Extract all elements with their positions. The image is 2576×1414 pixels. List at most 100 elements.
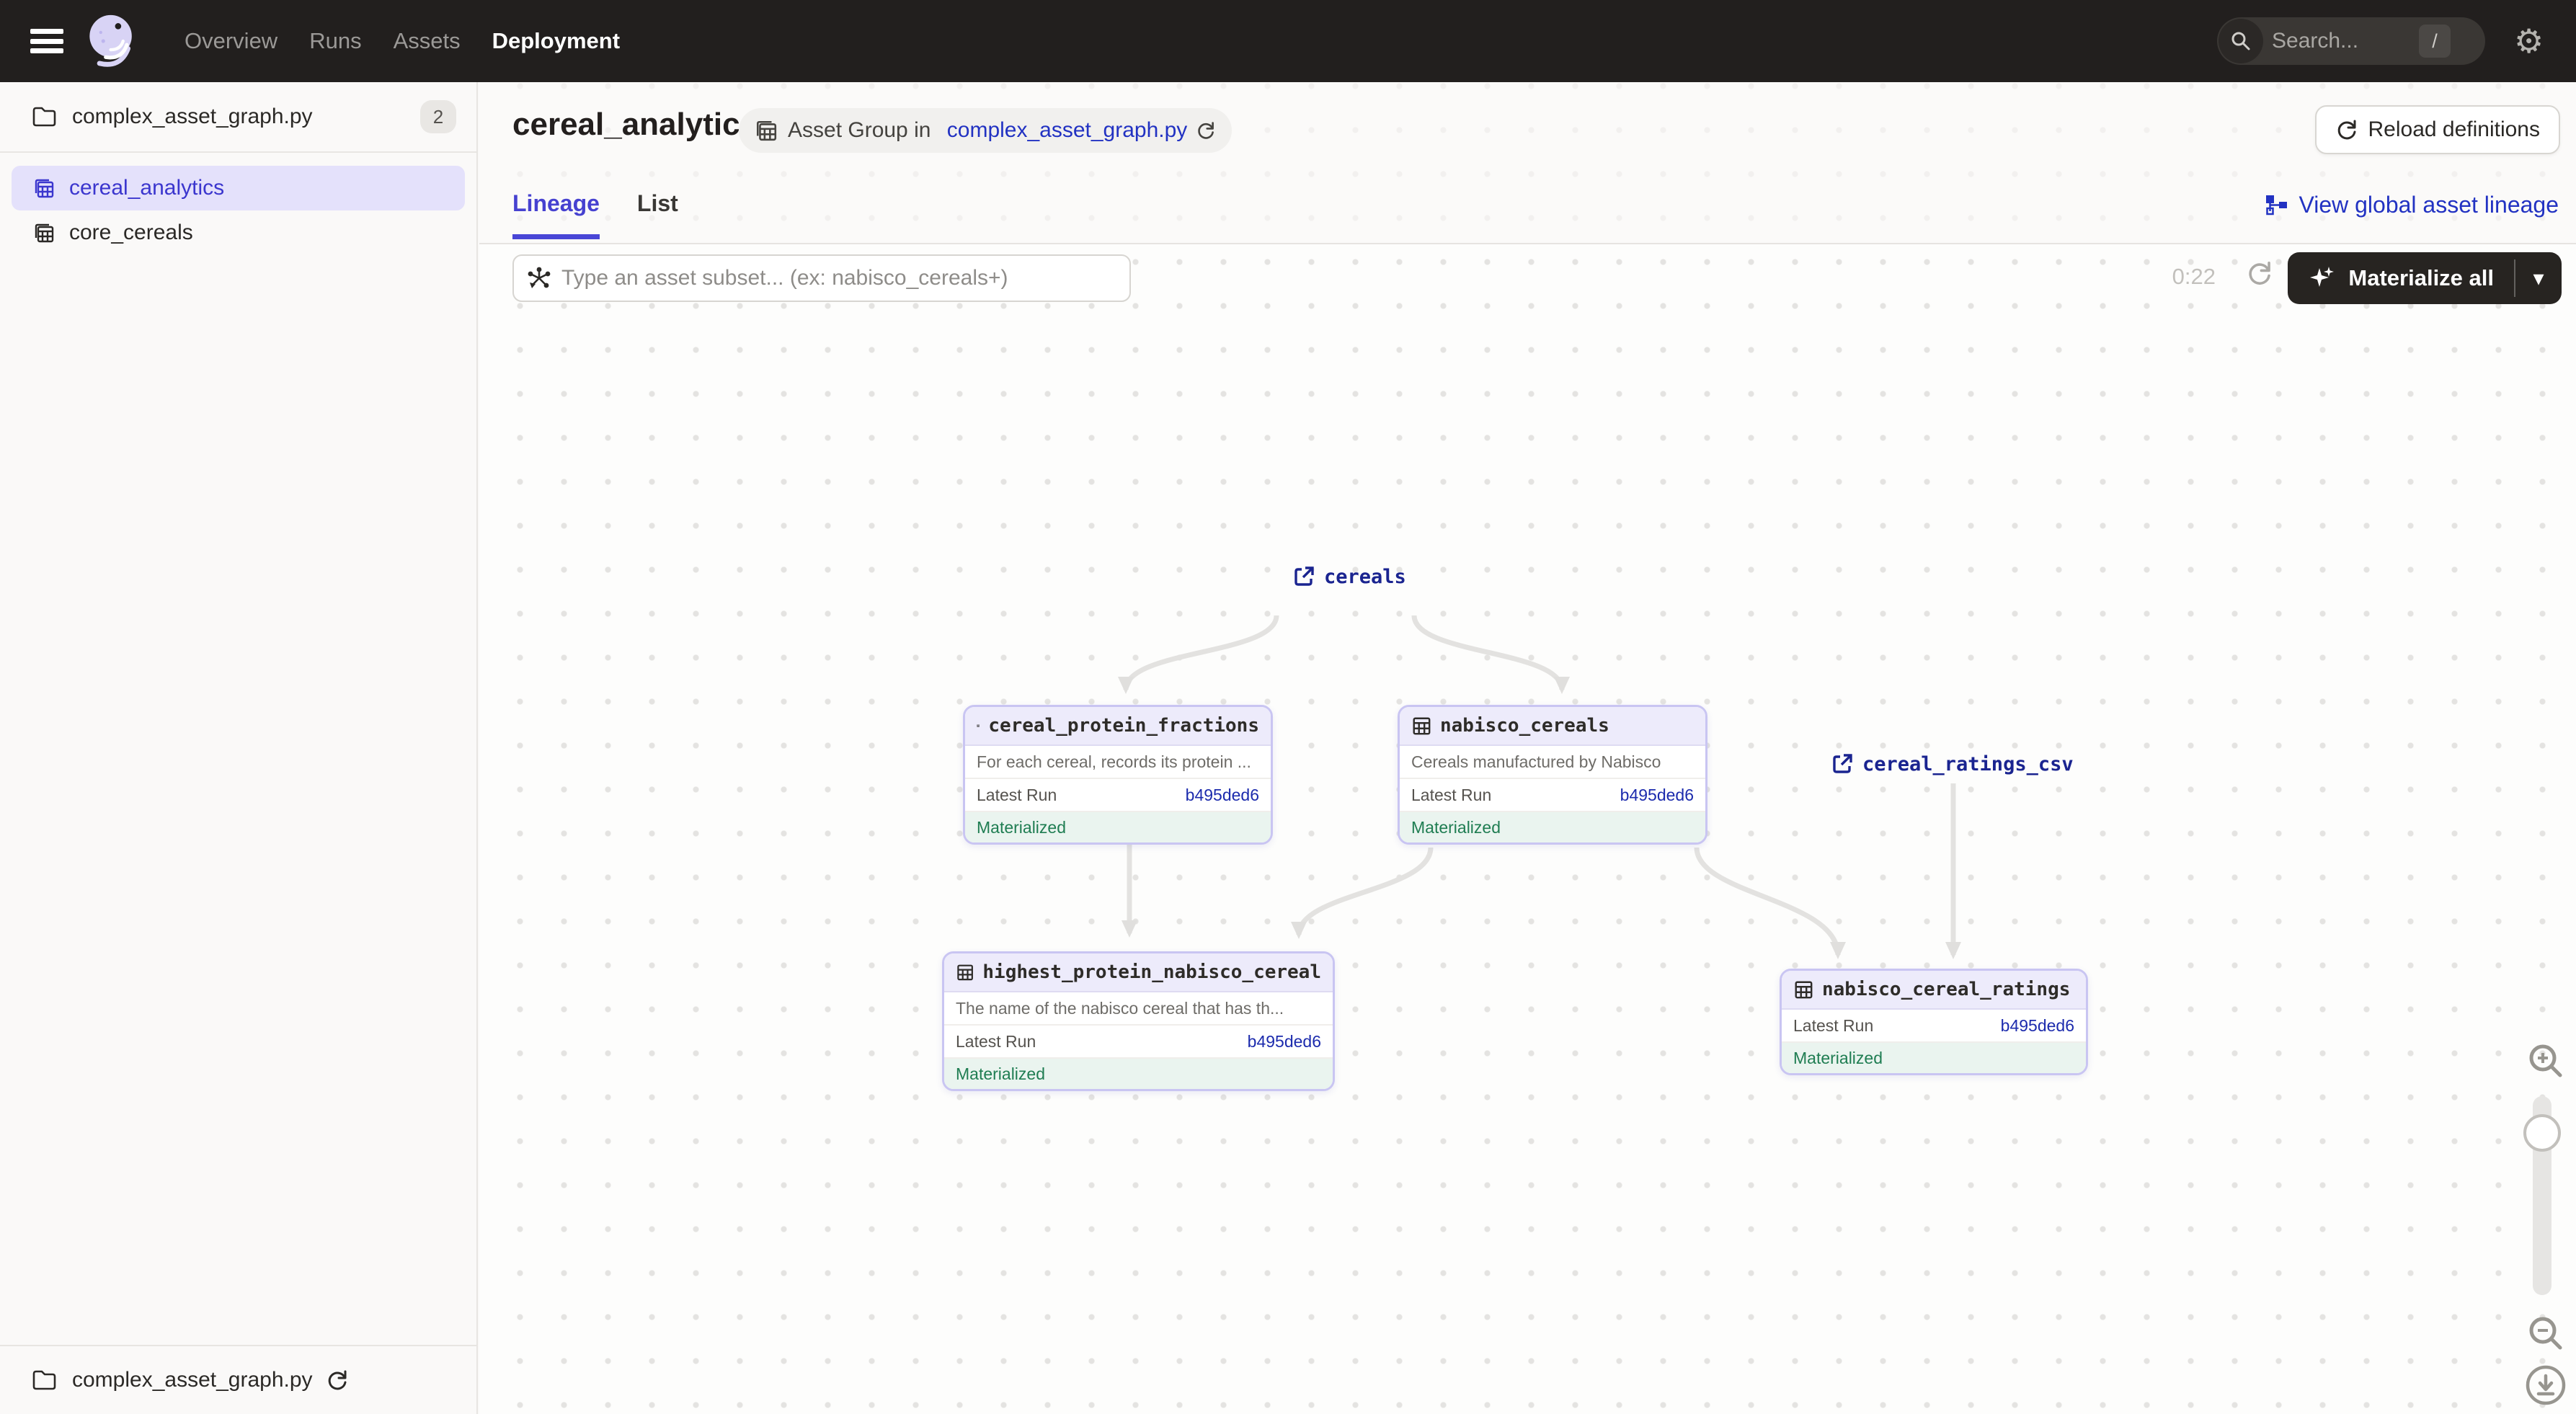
run-id-link[interactable]: b495ded6	[1248, 1032, 1321, 1051]
page-title: cereal_analytics	[512, 107, 758, 143]
sidebar-module-header[interactable]: complex_asset_graph.py 2	[0, 82, 476, 153]
sparkle-icon	[2308, 264, 2337, 293]
zoom-in-button[interactable]	[2526, 1041, 2566, 1081]
latest-run-row: Latest Run b495ded6	[944, 1026, 1333, 1059]
sidebar-module-count-badge: 2	[420, 100, 456, 133]
search-input[interactable]	[2272, 29, 2416, 53]
run-id-link[interactable]: b495ded6	[1186, 786, 1259, 805]
external-asset-cereals[interactable]: cereals	[1292, 565, 1406, 588]
reload-definitions-button[interactable]: Reload definitions	[2315, 105, 2561, 154]
search-shortcut-key: /	[2419, 25, 2451, 58]
edge-nabisco-cereals-to-nabisco-cereal-ratings	[1697, 848, 1838, 955]
status-badge: Materialized	[965, 812, 1271, 842]
settings-gear-icon[interactable]: ⚙	[2514, 22, 2544, 61]
menu-icon[interactable]	[30, 29, 63, 53]
run-id-link[interactable]: b495ded6	[1620, 786, 1694, 805]
view-tabs: Lineage List	[512, 190, 678, 239]
tab-lineage[interactable]: Lineage	[512, 190, 600, 239]
sidebar-module-label: complex_asset_graph.py	[72, 105, 420, 129]
latest-run-label: Latest Run	[956, 1032, 1036, 1051]
sidebar-footer: complex_asset_graph.py	[0, 1345, 476, 1414]
lineage-graph-icon	[2264, 193, 2288, 218]
sidebar-item-cereal-analytics[interactable]: cereal_analytics	[12, 166, 465, 210]
zoom-slider-handle[interactable]	[2523, 1114, 2561, 1152]
asset-node-cereal-protein-fractions[interactable]: cereal_protein_fractions For each cereal…	[963, 705, 1273, 845]
asset-subset-filter[interactable]	[512, 254, 1131, 302]
reload-icon	[2335, 118, 2358, 141]
refresh-graph-icon[interactable]	[2246, 259, 2273, 287]
tab-list[interactable]: List	[637, 190, 678, 239]
latest-run-row: Latest Run b495ded6	[1400, 779, 1705, 812]
asset-group-prefix: Asset Group in	[788, 118, 937, 143]
materialize-all-split-button: Materialize all ▾	[2288, 252, 2562, 304]
dagster-app: Overview Runs Assets Deployment / ⚙ comp…	[0, 0, 2576, 1414]
table-icon	[956, 962, 974, 982]
global-lineage-label: View global asset lineage	[2299, 192, 2559, 218]
recenter-download-view-button[interactable]	[2524, 1364, 2567, 1407]
sidebar: complex_asset_graph.py 2 cereal_analytic…	[0, 82, 478, 1414]
materialize-all-button[interactable]: Materialize all	[2288, 252, 2514, 304]
folder-icon	[32, 106, 56, 128]
main-pane: cereal_analytics Asset Group in complex_…	[479, 82, 2576, 1414]
asset-node-header: nabisco_cereal_ratings	[1782, 971, 2086, 1010]
asset-node-highest-protein-nabisco-cereal[interactable]: highest_protein_nabisco_cereal The name …	[942, 951, 1335, 1091]
materialize-dropdown-caret[interactable]: ▾	[2515, 252, 2562, 304]
asset-name: nabisco_cereals	[1440, 715, 1609, 737]
edge-nabisco-cereals-to-highest-protein	[1299, 848, 1431, 935]
table-icon	[1793, 979, 1813, 1000]
run-id-link[interactable]: b495ded6	[2001, 1016, 2074, 1036]
sidebar-item-core-cereals[interactable]: core_cereals	[12, 210, 465, 255]
asset-description: The name of the nabisco cereal that has …	[944, 992, 1333, 1026]
asset-node-header: cereal_protein_fractions	[965, 707, 1271, 746]
asset-node-header: highest_protein_nabisco_cereal	[944, 953, 1333, 992]
asset-group-breadcrumb: Asset Group in complex_asset_graph.py	[739, 108, 1232, 153]
asset-node-nabisco-cereal-ratings[interactable]: nabisco_cereal_ratings Latest Run b495de…	[1780, 969, 2088, 1075]
dagster-logo-icon[interactable]	[82, 10, 144, 72]
edge-cereals-to-nabisco-cereals	[1414, 615, 1562, 690]
external-link-icon	[1292, 565, 1315, 588]
folder-icon	[32, 1369, 56, 1391]
reload-icon[interactable]	[326, 1369, 349, 1392]
reload-icon[interactable]	[1196, 120, 1216, 141]
nav-item-overview[interactable]: Overview	[185, 28, 277, 54]
table-icon	[977, 716, 980, 736]
page-header: cereal_analytics Asset Group in complex_…	[479, 82, 2576, 244]
external-asset-cereal-ratings-csv[interactable]: cereal_ratings_csv	[1831, 752, 2074, 775]
asset-node-nabisco-cereals[interactable]: nabisco_cereals Cereals manufactured by …	[1398, 705, 1707, 845]
asset-description: For each cereal, records its protein ...	[965, 746, 1271, 779]
refresh-countdown: 0:22	[2172, 264, 2216, 290]
status-badge: Materialized	[1782, 1043, 2086, 1073]
view-global-asset-lineage-link[interactable]: View global asset lineage	[2264, 192, 2559, 218]
status-badge: Materialized	[1400, 812, 1705, 842]
nav-item-assets[interactable]: Assets	[394, 28, 461, 54]
reload-definitions-label: Reload definitions	[2368, 117, 2541, 142]
asset-description: Cereals manufactured by Nabisco	[1400, 746, 1705, 779]
sidebar-footer-label: complex_asset_graph.py	[72, 1368, 313, 1392]
external-asset-label: cereal_ratings_csv	[1862, 753, 2074, 775]
status-badge: Materialized	[944, 1059, 1333, 1089]
nav-item-runs[interactable]: Runs	[309, 28, 361, 54]
asset-group-file-link[interactable]: complex_asset_graph.py	[947, 118, 1188, 142]
materialize-all-label: Materialize all	[2348, 265, 2494, 291]
latest-run-label: Latest Run	[1793, 1016, 1873, 1036]
latest-run-row: Latest Run b495ded6	[1782, 1010, 2086, 1043]
latest-run-label: Latest Run	[977, 786, 1057, 805]
asset-graph-filter-icon	[527, 266, 551, 290]
sidebar-group-list: cereal_analytics core_cereals	[0, 153, 476, 268]
asset-name: nabisco_cereal_ratings	[1822, 979, 2070, 1000]
external-asset-label: cereals	[1324, 566, 1406, 588]
sidebar-item-label: cereal_analytics	[69, 176, 224, 200]
asset-node-header: nabisco_cereals	[1400, 707, 1705, 746]
latest-run-row: Latest Run b495ded6	[965, 779, 1271, 812]
asset-subset-input[interactable]	[561, 266, 1116, 290]
nav-item-deployment[interactable]: Deployment	[492, 28, 620, 54]
asset-group-icon	[755, 119, 778, 142]
global-search[interactable]: /	[2217, 17, 2485, 65]
nav-links: Overview Runs Assets Deployment	[185, 28, 620, 54]
table-icon	[1411, 716, 1431, 736]
edge-cereals-to-cereal-protein-fractions	[1126, 615, 1276, 690]
asset-group-icon	[33, 177, 55, 199]
zoom-out-button[interactable]	[2526, 1313, 2566, 1353]
top-navigation-bar: Overview Runs Assets Deployment / ⚙	[0, 0, 2576, 82]
latest-run-label: Latest Run	[1411, 786, 1491, 805]
